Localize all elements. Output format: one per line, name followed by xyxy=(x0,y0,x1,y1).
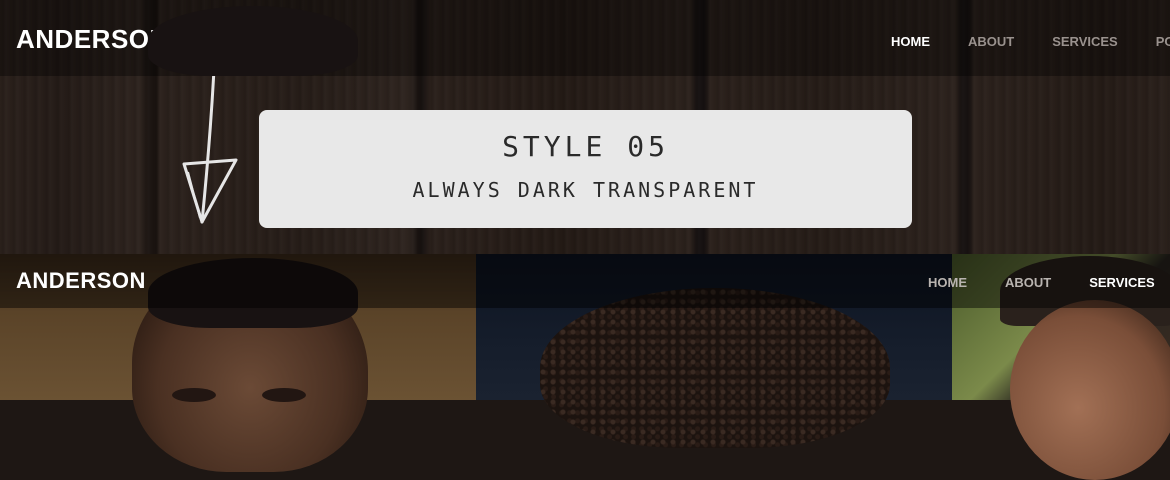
top-nav-menu: HOME ABOUT SERVICES PO xyxy=(891,34,1170,49)
site-logo[interactable]: ANDERSON xyxy=(16,24,169,55)
nav-item-home[interactable]: HOME xyxy=(891,34,930,49)
style-label-card: STYLE 05 ALWAYS DARK TRANSPARENT xyxy=(259,110,912,228)
preview-logo[interactable]: ANDERSON xyxy=(16,268,146,294)
style-title: STYLE 05 xyxy=(502,130,669,163)
preview-nav-home[interactable]: HOME xyxy=(928,275,967,290)
nav-item-services[interactable]: SERVICES xyxy=(1052,34,1118,49)
portrait-3-face xyxy=(1010,300,1170,480)
preview-nav-menu: HOME ABOUT SERVICES xyxy=(928,275,1170,290)
preview-nav-about[interactable]: ABOUT xyxy=(1005,275,1051,290)
portrait-1-hair xyxy=(148,6,358,76)
style-subtitle: ALWAYS DARK TRANSPARENT xyxy=(412,178,759,202)
preview-nav-services[interactable]: SERVICES xyxy=(1089,275,1155,290)
portrait-2-hair xyxy=(540,288,890,448)
nav-item-about[interactable]: ABOUT xyxy=(968,34,1014,49)
nav-item-portfolio[interactable]: PO xyxy=(1156,34,1170,49)
